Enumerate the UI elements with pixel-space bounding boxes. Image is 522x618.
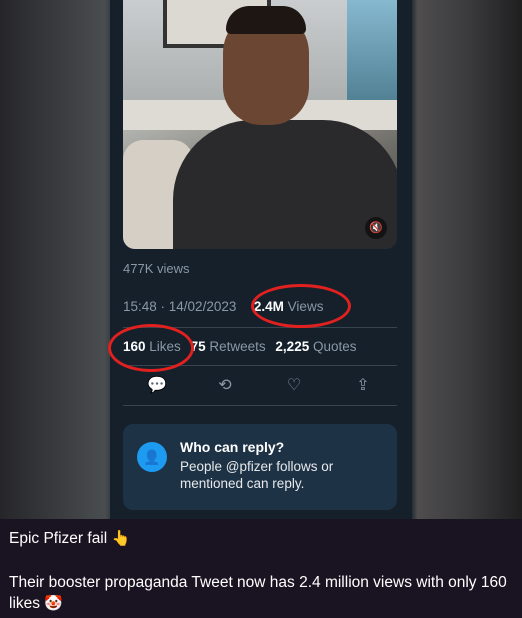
retweet-icon[interactable]: ⟲: [212, 374, 238, 398]
pointing-up-icon: 👆: [111, 530, 131, 547]
who-can-reply-box: 👤 Who can reply? People @pfizer follows …: [123, 424, 397, 510]
quotes-stat[interactable]: 2,225 Quotes: [275, 339, 356, 354]
share-icon[interactable]: ⇪: [350, 374, 376, 398]
user-check-icon: 👤: [137, 442, 167, 472]
tweet-actions: 💬 ⟲ ♡ ⇪: [123, 374, 397, 400]
reply-icon[interactable]: 💬: [144, 374, 170, 398]
annotation-circle-views: [251, 284, 351, 328]
tweet-timestamp[interactable]: 15:48 · 14/02/2023: [123, 299, 236, 314]
window: [347, 0, 397, 110]
caption-line-1: Epic Pfizer fail 👆: [9, 530, 131, 547]
divider: [123, 405, 397, 406]
reply-box-title: Who can reply?: [180, 439, 285, 455]
clown-icon: 🤡: [44, 595, 64, 612]
person: [173, 120, 397, 249]
tweet-video[interactable]: 🔇: [123, 0, 397, 249]
like-icon[interactable]: ♡: [281, 374, 307, 398]
mute-icon[interactable]: 🔇: [365, 217, 387, 239]
retweets-stat[interactable]: 75 Retweets: [191, 339, 266, 354]
caption-line-2: Their booster propaganda Tweet now has 2…: [9, 574, 507, 612]
reply-box-text: People @pfizer follows or mentioned can …: [180, 459, 334, 491]
message-caption: Epic Pfizer fail 👆 Their booster propaga…: [0, 519, 522, 618]
video-views: 477K views: [123, 261, 190, 276]
screenshot-image: 🔇 477K views 15:48 · 14/02/2023 2.4M Vie…: [0, 0, 522, 519]
annotation-circle-likes: [108, 324, 194, 372]
